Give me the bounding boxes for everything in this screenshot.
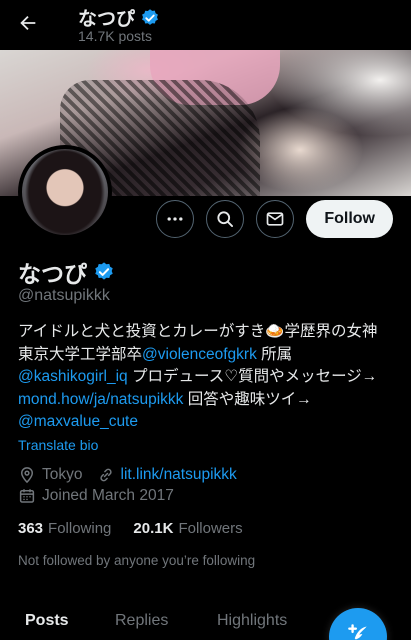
follow-button[interactable]: Follow — [306, 200, 393, 238]
profile-meta: Tokyo lit.link/natsupikkk — [18, 466, 237, 484]
website-link[interactable]: lit.link/natsupikkk — [121, 466, 237, 484]
back-arrow-icon — [20, 15, 36, 31]
location: Tokyo — [18, 466, 83, 484]
translate-bio-link[interactable]: Translate bio — [18, 437, 98, 453]
bio-text: アイドルと犬と投資とカレーがすき🍛学歴界の女神 — [18, 323, 378, 340]
bio-line: アイドルと犬と投資とカレーがすき🍛学歴界の女神 — [18, 321, 411, 344]
search-icon — [217, 211, 234, 227]
tab-replies[interactable]: Replies — [115, 612, 168, 630]
compose-post-icon — [348, 624, 367, 640]
following-label: Following — [48, 520, 112, 537]
tab-highlights[interactable]: Highlights — [217, 612, 287, 630]
posts-count: 14.7K posts — [78, 28, 152, 44]
followers-label: Followers — [178, 520, 243, 537]
followers-stat[interactable]: 20.1K Followers — [133, 520, 242, 537]
top-title-row: なつぴ — [78, 4, 160, 31]
display-name: なつぴ — [18, 261, 87, 287]
bio-line: @kashikogirl_iq プロデュース♡質問やメッセージ→ — [18, 366, 411, 389]
bio-line: @maxvalue_cute — [18, 411, 411, 434]
following-count: 363 — [18, 520, 44, 537]
bio: アイドルと犬と投資とカレーがすき🍛学歴界の女神 東京大学工学部卒@violenc… — [18, 321, 411, 434]
top-bar: なつぴ 14.7K posts — [0, 0, 411, 50]
bio-text: プロデュース♡質問やメッセージ→ — [127, 368, 378, 385]
verified-badge-icon — [142, 8, 158, 25]
bio-text: 回答や趣味ツイ→ — [183, 390, 312, 408]
message-button[interactable] — [256, 200, 295, 238]
joined-date-row: Joined March 2017 — [18, 487, 174, 505]
back-button[interactable] — [14, 9, 42, 37]
profile-actions: Follow — [156, 200, 393, 238]
website: lit.link/natsupikkk — [97, 466, 237, 484]
followed-by-text: Not followed by anyone you’re following — [18, 553, 256, 568]
bio-line: 東京大学工学部卒@violenceofgkrk 所属 — [18, 344, 411, 367]
search-button[interactable] — [206, 200, 245, 238]
bio-mention-link[interactable]: @violenceofgkrk — [142, 346, 257, 363]
tab-posts[interactable]: Posts — [25, 612, 69, 630]
avatar[interactable] — [18, 145, 112, 239]
bio-line: mond.how/ja/natsupikkk 回答や趣味ツイ→ — [18, 389, 411, 412]
following-stat[interactable]: 363 Following — [18, 520, 111, 537]
more-button[interactable] — [156, 200, 195, 238]
bio-mention-link[interactable]: @maxvalue_cute — [18, 413, 138, 430]
bio-text: 東京大学工学部卒 — [18, 345, 143, 363]
location-pin-icon — [20, 467, 34, 484]
user-handle: @natsupikkk — [18, 287, 110, 304]
profile-name-row: なつぴ — [18, 255, 115, 289]
mail-icon — [267, 212, 284, 226]
bio-mention-link[interactable]: @kashikogirl_iq — [18, 368, 128, 385]
followers-count: 20.1K — [133, 520, 174, 537]
follow-stats: 363 Following 20.1K Followers — [18, 520, 243, 537]
more-icon — [167, 217, 183, 221]
top-display-name: なつぴ — [78, 9, 136, 30]
location-text: Tokyo — [42, 466, 83, 483]
calendar-icon — [19, 489, 35, 503]
joined-date: Joined March 2017 — [18, 487, 174, 505]
link-icon — [99, 468, 112, 482]
verified-badge-icon[interactable] — [93, 261, 115, 283]
joined-text: Joined March 2017 — [42, 487, 174, 504]
bio-text: 所属 — [256, 345, 293, 363]
bio-url-link[interactable]: mond.how/ja/natsupikkk — [18, 391, 183, 408]
